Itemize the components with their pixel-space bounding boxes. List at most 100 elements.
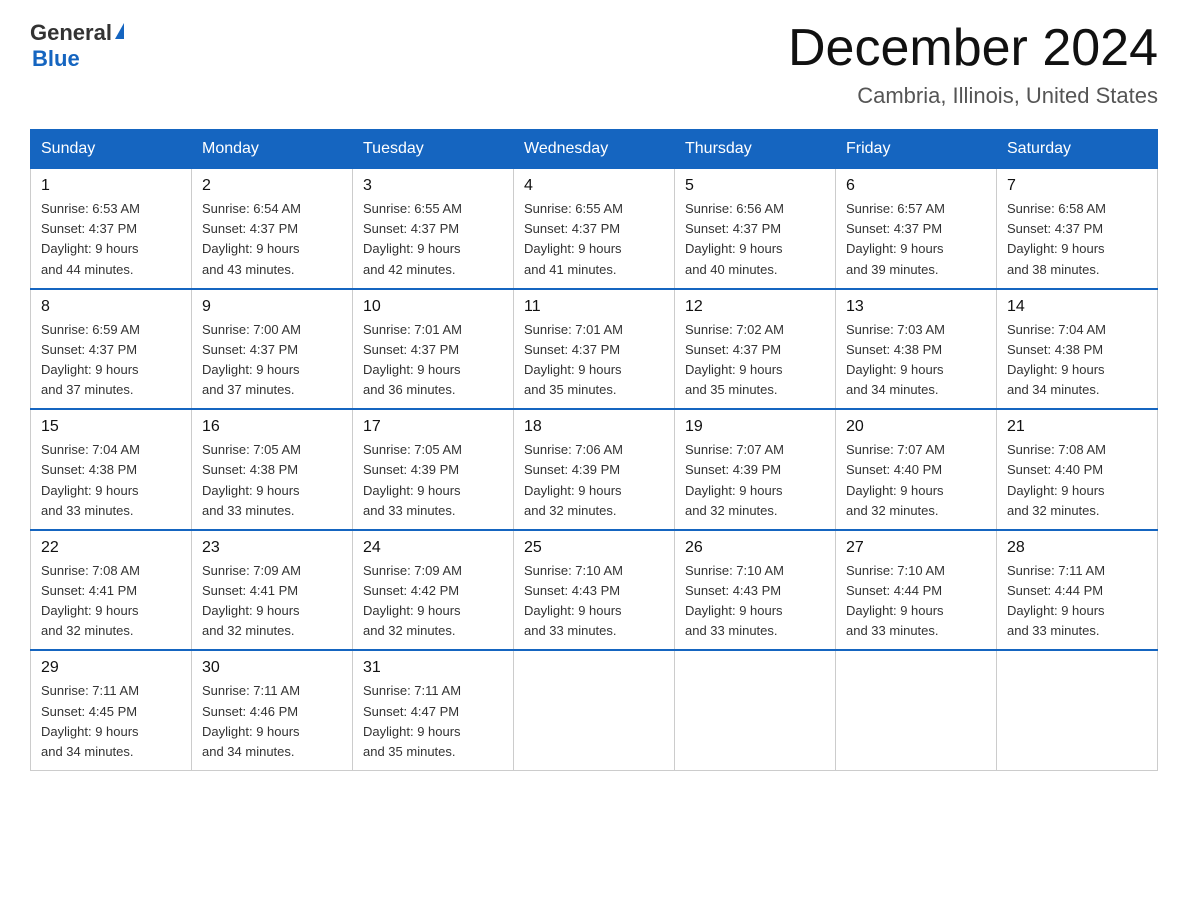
day-info: Sunrise: 7:07 AMSunset: 4:40 PMDaylight:… (846, 440, 986, 521)
day-info: Sunrise: 7:10 AMSunset: 4:43 PMDaylight:… (524, 561, 664, 642)
day-number: 2 (202, 177, 342, 195)
day-number: 17 (363, 418, 503, 436)
logo: General Blue (30, 20, 124, 72)
logo-arrow-icon (115, 23, 124, 39)
calendar-cell: 26Sunrise: 7:10 AMSunset: 4:43 PMDayligh… (675, 530, 836, 651)
logo-blue-text: Blue (32, 46, 80, 72)
calendar-cell: 18 Sunrise: 7:06 AMSunset: 4:39 PMDayligh… (514, 409, 675, 530)
month-title: December 2024 (788, 20, 1158, 77)
day-number: 13 (846, 298, 986, 316)
day-number: 26 (685, 539, 825, 557)
calendar-cell (514, 650, 675, 770)
calendar-week-row-4: 22 Sunrise: 7:08 AMSunset: 4:41 PMDayligh… (31, 530, 1158, 651)
day-info: Sunrise: 6:54 AMSunset: 4:37 PMDaylight:… (202, 199, 342, 280)
calendar-cell: 13 Sunrise: 7:03 AMSunset: 4:38 PMDayligh… (836, 289, 997, 410)
day-number: 16 (202, 418, 342, 436)
calendar-cell: 17 Sunrise: 7:05 AMSunset: 4:39 PMDayligh… (353, 409, 514, 530)
day-number: 15 (41, 418, 181, 436)
calendar-cell (836, 650, 997, 770)
calendar-week-row-5: 29 Sunrise: 7:11 AMSunset: 4:45 PMDayligh… (31, 650, 1158, 770)
calendar-cell: 6Sunrise: 6:57 AMSunset: 4:37 PMDaylight… (836, 169, 997, 289)
day-info: Sunrise: 7:11 AMSunset: 4:46 PMDaylight:… (202, 681, 342, 762)
calendar-cell: 4 Sunrise: 6:55 AMSunset: 4:37 PMDaylight… (514, 169, 675, 289)
day-info: Sunrise: 7:11 AMSunset: 4:47 PMDaylight:… (363, 681, 503, 762)
day-number: 20 (846, 418, 986, 436)
day-info: Sunrise: 7:02 AMSunset: 4:37 PMDaylight:… (685, 320, 825, 401)
day-number: 22 (41, 539, 181, 557)
day-info: Sunrise: 7:07 AMSunset: 4:39 PMDaylight:… (685, 440, 825, 521)
day-number: 28 (1007, 539, 1147, 557)
calendar-cell: 11Sunrise: 7:01 AMSunset: 4:37 PMDayligh… (514, 289, 675, 410)
calendar-cell: 27Sunrise: 7:10 AMSunset: 4:44 PMDayligh… (836, 530, 997, 651)
weekday-header-friday: Friday (836, 130, 997, 169)
day-info: Sunrise: 7:08 AMSunset: 4:40 PMDaylight:… (1007, 440, 1147, 521)
day-info: Sunrise: 7:04 AMSunset: 4:38 PMDaylight:… (41, 440, 181, 521)
calendar-cell: 28 Sunrise: 7:11 AMSunset: 4:44 PMDayligh… (997, 530, 1158, 651)
day-info: Sunrise: 7:08 AMSunset: 4:41 PMDaylight:… (41, 561, 181, 642)
calendar-week-row-2: 8Sunrise: 6:59 AMSunset: 4:37 PMDaylight… (31, 289, 1158, 410)
calendar-cell: 21 Sunrise: 7:08 AMSunset: 4:40 PMDayligh… (997, 409, 1158, 530)
calendar-cell: 5 Sunrise: 6:56 AMSunset: 4:37 PMDaylight… (675, 169, 836, 289)
calendar-cell: 25Sunrise: 7:10 AMSunset: 4:43 PMDayligh… (514, 530, 675, 651)
day-number: 21 (1007, 418, 1147, 436)
weekday-header-monday: Monday (192, 130, 353, 169)
calendar-cell: 31 Sunrise: 7:11 AMSunset: 4:47 PMDayligh… (353, 650, 514, 770)
day-number: 8 (41, 298, 181, 316)
calendar-cell: 1 Sunrise: 6:53 AMSunset: 4:37 PMDaylight… (31, 169, 192, 289)
day-info: Sunrise: 7:05 AMSunset: 4:39 PMDaylight:… (363, 440, 503, 521)
day-number: 19 (685, 418, 825, 436)
day-number: 12 (685, 298, 825, 316)
day-info: Sunrise: 7:06 AMSunset: 4:39 PMDaylight:… (524, 440, 664, 521)
calendar-cell: 29 Sunrise: 7:11 AMSunset: 4:45 PMDayligh… (31, 650, 192, 770)
day-number: 1 (41, 177, 181, 195)
calendar-cell (675, 650, 836, 770)
logo-line1: General (30, 20, 124, 46)
day-info: Sunrise: 7:01 AMSunset: 4:37 PMDaylight:… (363, 320, 503, 401)
calendar-cell: 7 Sunrise: 6:58 AMSunset: 4:37 PMDaylight… (997, 169, 1158, 289)
calendar-cell: 20 Sunrise: 7:07 AMSunset: 4:40 PMDayligh… (836, 409, 997, 530)
day-number: 30 (202, 659, 342, 677)
day-number: 3 (363, 177, 503, 195)
day-info: Sunrise: 7:04 AMSunset: 4:38 PMDaylight:… (1007, 320, 1147, 401)
day-number: 31 (363, 659, 503, 677)
day-number: 29 (41, 659, 181, 677)
calendar-cell: 9Sunrise: 7:00 AMSunset: 4:37 PMDaylight… (192, 289, 353, 410)
calendar-table: SundayMondayTuesdayWednesdayThursdayFrid… (30, 129, 1158, 771)
calendar-cell (997, 650, 1158, 770)
day-info: Sunrise: 6:58 AMSunset: 4:37 PMDaylight:… (1007, 199, 1147, 280)
calendar-cell: 23 Sunrise: 7:09 AMSunset: 4:41 PMDayligh… (192, 530, 353, 651)
calendar-cell: 22 Sunrise: 7:08 AMSunset: 4:41 PMDayligh… (31, 530, 192, 651)
day-number: 4 (524, 177, 664, 195)
day-info: Sunrise: 7:11 AMSunset: 4:44 PMDaylight:… (1007, 561, 1147, 642)
day-info: Sunrise: 7:01 AMSunset: 4:37 PMDaylight:… (524, 320, 664, 401)
day-number: 24 (363, 539, 503, 557)
weekday-header-thursday: Thursday (675, 130, 836, 169)
day-info: Sunrise: 6:56 AMSunset: 4:37 PMDaylight:… (685, 199, 825, 280)
day-number: 5 (685, 177, 825, 195)
day-info: Sunrise: 7:09 AMSunset: 4:41 PMDaylight:… (202, 561, 342, 642)
calendar-cell: 19 Sunrise: 7:07 AMSunset: 4:39 PMDayligh… (675, 409, 836, 530)
calendar-cell: 8Sunrise: 6:59 AMSunset: 4:37 PMDaylight… (31, 289, 192, 410)
day-info: Sunrise: 6:57 AMSunset: 4:37 PMDaylight:… (846, 199, 986, 280)
calendar-cell: 24Sunrise: 7:09 AMSunset: 4:42 PMDayligh… (353, 530, 514, 651)
day-info: Sunrise: 6:53 AMSunset: 4:37 PMDaylight:… (41, 199, 181, 280)
day-number: 27 (846, 539, 986, 557)
calendar-cell: 10 Sunrise: 7:01 AMSunset: 4:37 PMDayligh… (353, 289, 514, 410)
day-info: Sunrise: 6:55 AMSunset: 4:37 PMDaylight:… (363, 199, 503, 280)
calendar-cell: 2 Sunrise: 6:54 AMSunset: 4:37 PMDaylight… (192, 169, 353, 289)
day-number: 7 (1007, 177, 1147, 195)
day-info: Sunrise: 7:11 AMSunset: 4:45 PMDaylight:… (41, 681, 181, 762)
day-info: Sunrise: 6:55 AMSunset: 4:37 PMDaylight:… (524, 199, 664, 280)
day-info: Sunrise: 7:03 AMSunset: 4:38 PMDaylight:… (846, 320, 986, 401)
day-info: Sunrise: 7:05 AMSunset: 4:38 PMDaylight:… (202, 440, 342, 521)
day-number: 18 (524, 418, 664, 436)
day-info: Sunrise: 7:00 AMSunset: 4:37 PMDaylight:… (202, 320, 342, 401)
day-number: 14 (1007, 298, 1147, 316)
day-number: 23 (202, 539, 342, 557)
logo-general-text: General (30, 20, 112, 46)
location-subtitle: Cambria, Illinois, United States (788, 83, 1158, 109)
day-number: 10 (363, 298, 503, 316)
calendar-cell: 30 Sunrise: 7:11 AMSunset: 4:46 PMDayligh… (192, 650, 353, 770)
calendar-week-row-3: 15 Sunrise: 7:04 AMSunset: 4:38 PMDayligh… (31, 409, 1158, 530)
calendar-cell: 14 Sunrise: 7:04 AMSunset: 4:38 PMDayligh… (997, 289, 1158, 410)
